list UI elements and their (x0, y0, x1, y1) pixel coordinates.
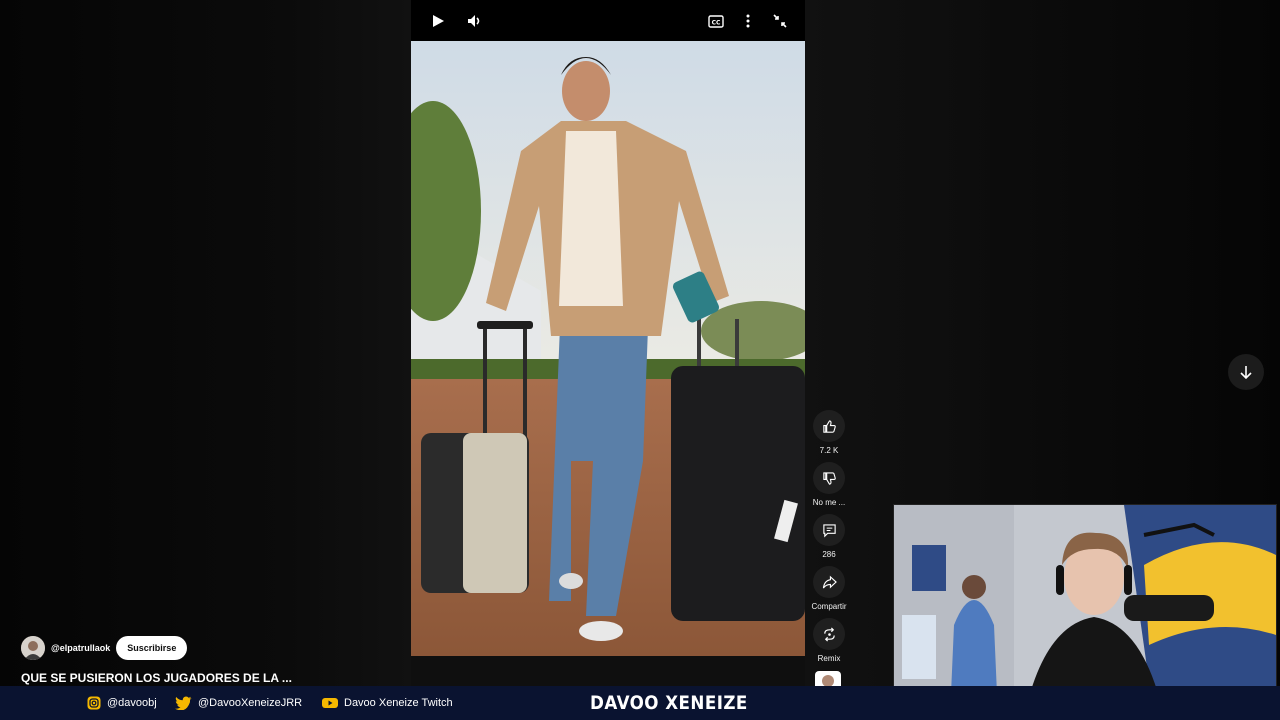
share-action: Compartir (808, 566, 850, 618)
twitch-link: Davoo Xeneize Twitch (322, 686, 453, 720)
dislike-action: No me ... (808, 462, 850, 514)
twitter-handle: @DavooXeneizeJRR (175, 686, 302, 720)
share-button[interactable] (813, 566, 845, 598)
like-action: 7.2 K (808, 410, 850, 462)
video-frame (411, 41, 805, 656)
thumbs-down-icon (822, 471, 836, 485)
captions-icon[interactable]: CC (705, 10, 727, 32)
instagram-handle: @davoobj (87, 686, 157, 720)
instagram-icon (87, 696, 101, 710)
action-rail: 7.2 K No me ... 286 Compartir Remix (808, 410, 850, 670)
subscribe-button[interactable]: Suscribirse (116, 636, 188, 660)
streamer-brand: DAVOO XENEIZE (590, 692, 748, 714)
sound-avatar[interactable] (815, 671, 841, 686)
stream-banner: @davoobj @DavooXeneizeJRR Davoo Xeneize … (0, 686, 1280, 720)
remix-label: Remix (817, 654, 841, 663)
twitch-label: Davoo Xeneize Twitch (344, 697, 453, 709)
comments-button[interactable] (813, 514, 845, 546)
share-icon (822, 575, 837, 588)
left-backdrop (0, 0, 411, 686)
share-label: Compartir (811, 602, 847, 611)
arrow-down-icon (1240, 366, 1252, 379)
play-icon[interactable] (427, 10, 449, 32)
player-controls: CC (411, 0, 805, 41)
channel-avatar-thumbnail (822, 675, 834, 686)
comments-count: 286 (822, 550, 836, 559)
exit-fullscreen-icon[interactable] (769, 10, 791, 32)
instagram-label: @davoobj (107, 697, 157, 709)
dislike-label: No me ... (812, 498, 846, 507)
remix-button[interactable] (813, 618, 845, 650)
like-button[interactable] (813, 410, 845, 442)
shorts-player[interactable]: CC (411, 0, 805, 656)
twitter-bird-icon (175, 696, 192, 710)
next-short-button[interactable] (1228, 354, 1264, 390)
remix-action: Remix (808, 618, 850, 670)
short-title[interactable]: QUE SE PUSIERON LOS JUGADORES DE LA ... (21, 671, 292, 685)
channel-name[interactable]: @elpatrullaok (51, 643, 110, 653)
twitter-label: @DavooXeneizeJRR (198, 697, 303, 709)
svg-text:CC: CC (712, 19, 721, 26)
remix-icon (823, 627, 835, 641)
channel-row: @elpatrullaok Suscribirse (21, 636, 188, 660)
avatar-image (21, 636, 45, 660)
like-count: 7.2 K (819, 446, 839, 455)
avatar[interactable] (21, 636, 45, 660)
dislike-button[interactable] (813, 462, 845, 494)
more-vert-icon[interactable] (737, 10, 759, 32)
youtube-icon (322, 698, 338, 708)
volume-icon[interactable] (463, 10, 485, 32)
comments-action: 286 (808, 514, 850, 566)
thumbs-up-icon (822, 419, 836, 433)
video-scene-illustration (411, 41, 805, 656)
comment-icon (822, 523, 836, 537)
